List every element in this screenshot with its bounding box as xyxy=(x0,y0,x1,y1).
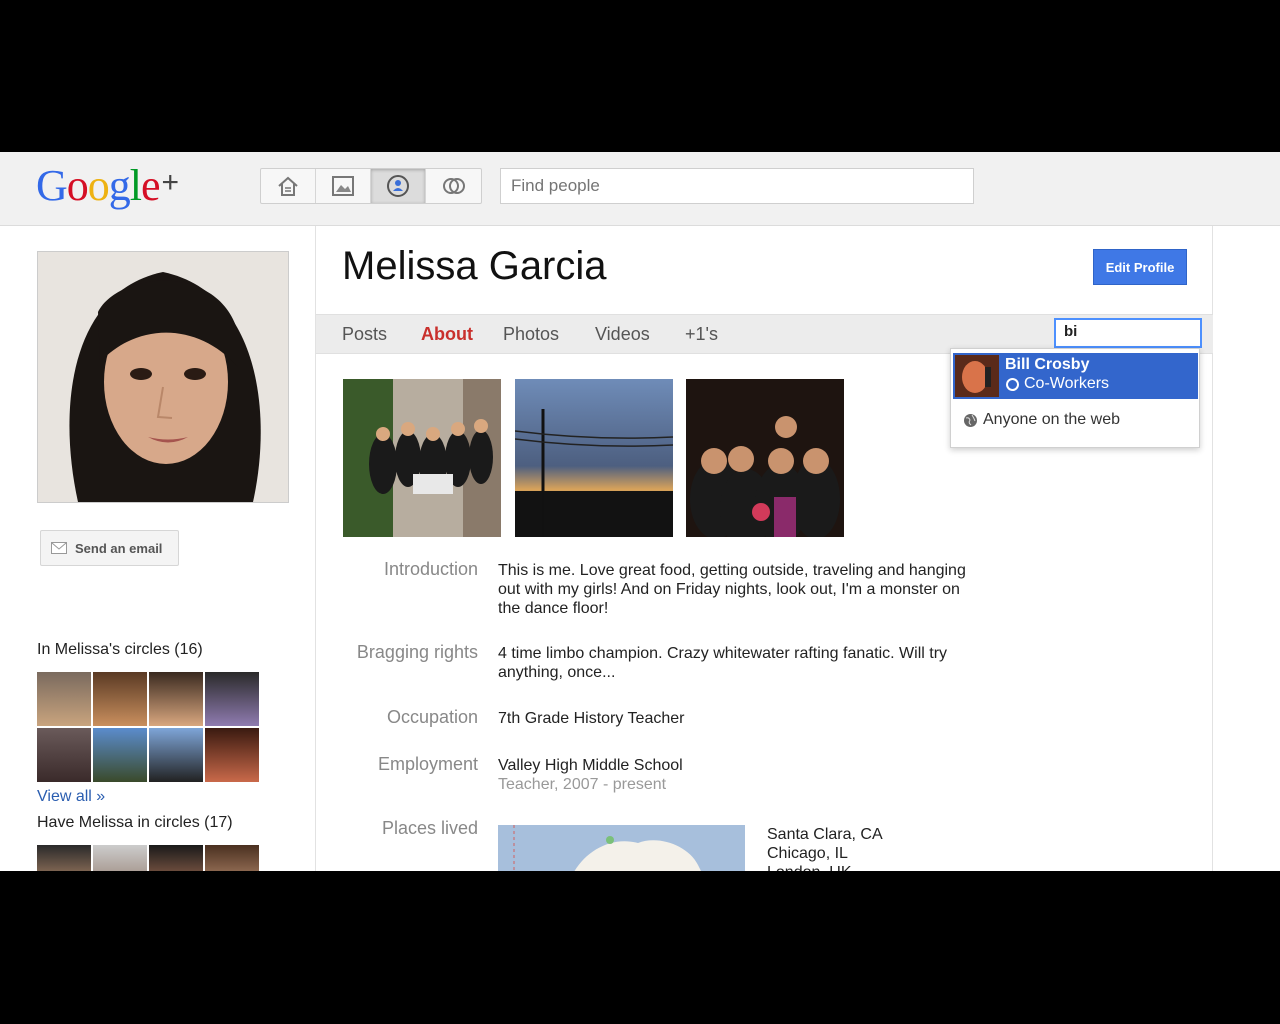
circle-person-avatar[interactable] xyxy=(93,672,147,726)
circle-suggestions-dropdown: Bill Crosby Co-Workers Anyone on the web xyxy=(950,348,1200,448)
employment-text: Valley High Middle School xyxy=(498,757,683,774)
photos-nav-button[interactable] xyxy=(316,169,371,203)
edit-profile-button[interactable]: Edit Profile xyxy=(1093,249,1187,285)
employment-block: Valley High Middle School Teacher, 2007 … xyxy=(498,756,978,794)
circle-person-avatar[interactable] xyxy=(205,672,259,726)
friends-photo-thumbnail[interactable] xyxy=(686,379,844,549)
suggestion-name: Bill Crosby xyxy=(1005,356,1090,373)
profile-main: Melissa Garcia Edit Profile Posts About … xyxy=(315,226,1213,871)
google-plus-logo[interactable]: Google+ xyxy=(36,160,180,211)
profile-name: Melissa Garcia xyxy=(342,244,607,288)
tab-plus-ones[interactable]: +1's xyxy=(685,324,718,345)
envelope-icon xyxy=(51,542,67,554)
in-circles-heading: In Melissa's circles (16) xyxy=(37,641,203,658)
anyone-on-web-option[interactable]: Anyone on the web xyxy=(963,411,1120,429)
circle-person-avatar[interactable] xyxy=(37,728,91,782)
employment-sub: Teacher, 2007 - present xyxy=(498,776,667,793)
places-list: Santa Clara, CA Chicago, IL London, UK xyxy=(767,825,883,871)
place-item: Santa Clara, CA xyxy=(767,826,883,843)
sunset-photo-thumbnail[interactable] xyxy=(514,379,674,537)
bragging-rights-text: 4 time limbo champion. Crazy whitewater … xyxy=(498,645,948,681)
circle-person-avatar[interactable] xyxy=(37,672,91,726)
circle-person-avatar[interactable] xyxy=(205,845,259,871)
circle-person-avatar[interactable] xyxy=(93,728,147,782)
tab-videos[interactable]: Videos xyxy=(595,324,650,345)
profile-photo[interactable] xyxy=(37,251,289,503)
have-in-circles-grid xyxy=(37,845,259,871)
tab-posts[interactable]: Posts xyxy=(342,324,387,345)
photos-icon xyxy=(332,176,354,196)
tab-about[interactable]: About xyxy=(421,324,473,345)
circle-icon xyxy=(1006,377,1019,391)
occupation-label: Occupation xyxy=(386,707,478,727)
suggestion-item[interactable]: Bill Crosby Co-Workers xyxy=(953,353,1198,399)
circle-person-avatar[interactable] xyxy=(149,845,203,871)
introduction-text: This is me. Love great food, getting out… xyxy=(498,562,966,617)
profile-nav-button[interactable] xyxy=(371,169,426,203)
circle-search-input[interactable]: bi xyxy=(1054,318,1202,348)
nav-icon-bar xyxy=(260,168,482,204)
logo-plus: + xyxy=(161,166,180,199)
place-item: Chicago, IL xyxy=(767,845,848,862)
tab-photos[interactable]: Photos xyxy=(503,324,559,345)
globe-icon xyxy=(964,413,977,427)
places-map[interactable] xyxy=(498,825,745,871)
profile-photo-thumbnail[interactable] xyxy=(343,379,501,537)
places-lived-label: Places lived xyxy=(381,818,478,838)
send-email-label: Send an email xyxy=(75,540,163,556)
circles-nav-button[interactable] xyxy=(426,169,481,203)
circle-person-avatar[interactable] xyxy=(149,728,203,782)
occupation-text: 7th Grade History Teacher xyxy=(498,710,685,727)
suggestion-circle-label: Co-Workers xyxy=(1024,375,1110,392)
circles-icon xyxy=(442,178,465,194)
circle-person-avatar[interactable] xyxy=(205,728,259,782)
circle-person-avatar[interactable] xyxy=(149,672,203,726)
google-plus-profile-page: Google+ Find people Send an email In Mel… xyxy=(0,152,1280,871)
circle-person-avatar[interactable] xyxy=(37,845,91,871)
introduction-label: Introduction xyxy=(383,559,478,579)
have-in-circles-heading: Have Melissa in circles (17) xyxy=(37,814,233,831)
profile-icon xyxy=(387,175,409,197)
anyone-on-web-label: Anyone on the web xyxy=(983,411,1120,428)
circle-person-avatar[interactable] xyxy=(93,845,147,871)
home-nav-button[interactable] xyxy=(261,169,316,203)
suggestion-avatar xyxy=(955,355,999,397)
suggestion-circle: Co-Workers xyxy=(1005,375,1109,393)
employment-label: Employment xyxy=(377,754,478,774)
place-item: London, UK xyxy=(767,863,883,871)
bragging-rights-label: Bragging rights xyxy=(356,642,478,662)
send-email-button[interactable]: Send an email xyxy=(40,530,179,566)
view-all-link[interactable]: View all » xyxy=(37,788,105,806)
home-icon xyxy=(278,176,298,196)
find-people-input[interactable] xyxy=(500,168,974,204)
in-circles-grid xyxy=(37,672,259,782)
top-bar: Google+ xyxy=(0,152,1280,226)
